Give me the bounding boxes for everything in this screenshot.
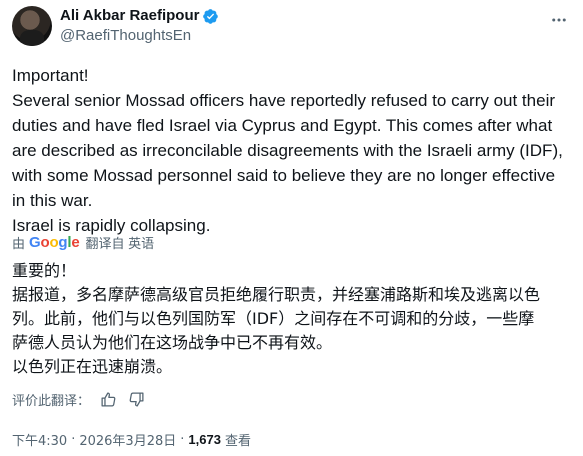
translated-line: 据报道，多名摩萨德高级官员拒绝履行职责，并经塞浦路斯和埃及逃离以色 — [12, 285, 541, 304]
views-label: 查看 — [224, 434, 251, 449]
thumbs-down-icon[interactable] — [128, 391, 146, 409]
views-count[interactable]: 1,673 — [188, 432, 221, 447]
translated-text: 重要的！ 据报道，多名摩萨德高级官员拒绝履行职责，并经塞浦路斯和埃及逃离以色 列… — [12, 259, 577, 379]
tweet-time[interactable]: 下午4:30 — [12, 430, 67, 449]
tweet-line: Several senior Mossad officers have repo… — [12, 91, 556, 110]
author-name-row: Ali Akbar Raefipour — [60, 6, 219, 26]
tweet-line: duties and have fled Israel via Cyprus a… — [12, 116, 553, 135]
author-handle[interactable]: @RaefiThoughtsEn — [60, 26, 219, 46]
tweet-meta: 下午4:30 · 2026年3月28日 · 1,673 查看 — [12, 430, 251, 449]
translated-by: 由 Google 翻译自 英语 — [12, 233, 154, 251]
google-logo: Google — [29, 233, 80, 251]
rate-translation-label: 评价此翻译： — [12, 394, 91, 409]
translated-line: 萨德人员认为他们在这场战争中已不再有效。 — [12, 333, 333, 352]
verified-badge-icon[interactable] — [202, 8, 219, 25]
author-name[interactable]: Ali Akbar Raefipour — [60, 6, 199, 26]
tweet-line: are described as irreconcilable disagree… — [12, 141, 563, 160]
translated-line: 列。此前，他们与以色列国防军（IDF）之间存在不可调和的分歧，一些摩 — [12, 309, 535, 328]
translated-line: 重要的！ — [12, 261, 77, 280]
thumbs-up-icon[interactable] — [100, 391, 118, 409]
translated-by-label: 由 — [12, 235, 26, 251]
tweet-text: Important! Several senior Mossad officer… — [12, 63, 577, 238]
separator-dot: · — [180, 432, 185, 447]
tweet-date[interactable]: 2026年3月28日 — [79, 430, 176, 449]
translation-source-link[interactable]: 翻译自 英语 — [86, 233, 155, 252]
more-icon[interactable] — [549, 10, 569, 30]
separator-dot: · — [71, 432, 76, 447]
translated-line: 以色列正在迅速崩溃。 — [12, 357, 173, 376]
avatar[interactable] — [12, 6, 52, 46]
rate-translation: 评价此翻译： — [12, 390, 146, 409]
tweet-line: Important! — [12, 66, 89, 85]
author-info: Ali Akbar Raefipour @RaefiThoughtsEn — [60, 6, 219, 46]
tweet-header: Ali Akbar Raefipour @RaefiThoughtsEn — [12, 6, 219, 46]
tweet-line: with some Mossad personnel said to belie… — [12, 166, 556, 185]
tweet-line: in this war. — [12, 191, 93, 210]
